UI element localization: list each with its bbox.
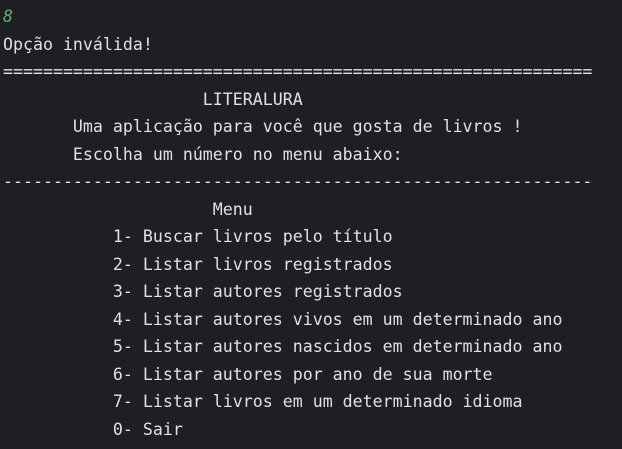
error-message: Opção inválida! <box>3 34 153 54</box>
menu-option-5: 5- Listar autores nascidos em determinad… <box>3 337 563 356</box>
menu-option-7: 7- Listar livros em um determinado idiom… <box>3 392 523 411</box>
menu-option-3: 3- Listar autores registrados <box>3 282 403 301</box>
terminal-output: 8 Opção inválida! ======================… <box>0 0 622 449</box>
separator-double: ========================================… <box>3 62 593 81</box>
menu-option-0: 0- Sair <box>3 419 183 439</box>
app-subtitle: Uma aplicação para você que gosta de liv… <box>3 117 523 136</box>
menu-prompt: Escolha um número no menu abaixo: <box>3 144 403 164</box>
menu-option-2: 2- Listar livros registrados <box>3 254 393 274</box>
menu-option-6: 6- Listar autores por ano de sua morte <box>3 364 493 384</box>
menu-option-4: 4- Listar autores vivos em um determinad… <box>3 309 563 329</box>
menu-option-1: 1- Buscar livros pelo título <box>3 227 393 246</box>
separator-single: ----------------------------------------… <box>3 172 593 191</box>
menu-heading: Menu <box>3 199 253 219</box>
user-input-echo: 8 <box>3 7 13 26</box>
app-title: LITERALURA <box>3 89 303 109</box>
